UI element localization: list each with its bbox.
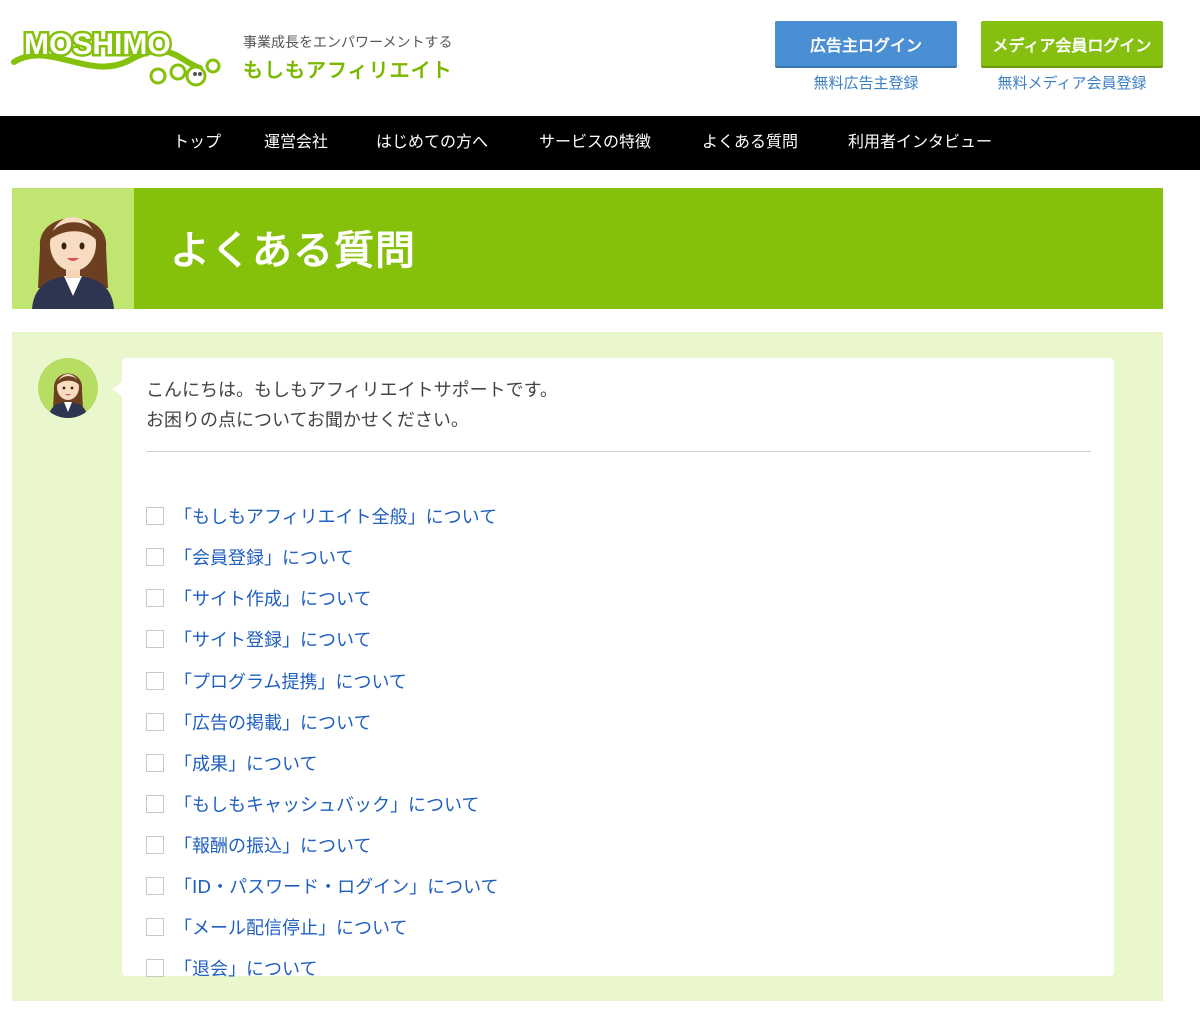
- faq-topic-label[interactable]: 「ID・パスワード・ログイン」について: [174, 873, 499, 899]
- nav-item-company[interactable]: 運営会社: [264, 116, 328, 170]
- faq-topic-program-partnership[interactable]: 「プログラム提携」について: [146, 668, 407, 694]
- support-woman-icon: [12, 188, 134, 309]
- faq-topic-label[interactable]: 「プログラム提携」について: [174, 668, 407, 694]
- advertiser-login-button[interactable]: 広告主ログイン: [775, 21, 957, 68]
- checkbox[interactable]: [146, 795, 164, 813]
- nav-item-top[interactable]: トップ: [173, 116, 221, 170]
- faq-topic-site-registration[interactable]: 「サイト登録」について: [146, 626, 371, 652]
- faq-topic-label[interactable]: 「もしもアフィリエイト全般」について: [174, 503, 497, 529]
- checkbox[interactable]: [146, 507, 164, 525]
- faq-topic-registration[interactable]: 「会員登録」について: [146, 544, 353, 570]
- nav-item-faq[interactable]: よくある質問: [702, 116, 798, 170]
- faq-topic-cashback[interactable]: 「もしもキャッシュバック」について: [146, 791, 479, 817]
- moshimo-logo[interactable]: MOSHIMO: [10, 22, 222, 94]
- faq-topic-email-unsubscribe[interactable]: 「メール配信停止」について: [146, 914, 407, 940]
- logo-text: MOSHIMO: [24, 28, 171, 61]
- checkbox[interactable]: [146, 877, 164, 895]
- faq-topic-site-creation[interactable]: 「サイト作成」について: [146, 585, 371, 611]
- faq-topic-label[interactable]: 「退会」について: [174, 955, 317, 981]
- checkbox[interactable]: [146, 672, 164, 690]
- faq-topic-payment[interactable]: 「報酬の振込」について: [146, 832, 371, 858]
- page-title: よくある質問: [170, 228, 416, 274]
- faq-topic-label[interactable]: 「サイト作成」について: [174, 585, 371, 611]
- nav-item-interviews[interactable]: 利用者インタビュー: [848, 116, 992, 170]
- page-title-banner: よくある質問: [12, 188, 1163, 309]
- checkbox[interactable]: [146, 754, 164, 772]
- faq-topic-ad-placement[interactable]: 「広告の掲載」について: [146, 709, 371, 735]
- faq-topic-label[interactable]: 「成果」について: [174, 750, 317, 776]
- faq-topic-login[interactable]: 「ID・パスワード・ログイン」について: [146, 873, 499, 899]
- greeting-line-2: お困りの点についてお聞かせください。: [146, 410, 469, 431]
- checkbox[interactable]: [146, 959, 164, 977]
- faq-topic-label[interactable]: 「会員登録」について: [174, 544, 353, 570]
- faq-topic-results[interactable]: 「成果」について: [146, 750, 317, 776]
- tagline: 事業成長をエンパワーメントする: [243, 35, 453, 51]
- faq-topic-label[interactable]: 「報酬の振込」について: [174, 832, 371, 858]
- nav-item-features[interactable]: サービスの特徴: [539, 116, 651, 170]
- faq-topic-label[interactable]: 「メール配信停止」について: [174, 914, 407, 940]
- support-greeting: こんにちは。もしもアフィリエイトサポートです。 お困りの点についてお聞かせくださ…: [146, 376, 558, 436]
- site-header: MOSHIMO 事業成長をエンパワーメントする もしもアフィリエイト 広告主ログ…: [0, 0, 1200, 116]
- media-register-link[interactable]: 無料メディア会員登録: [981, 72, 1163, 93]
- faq-topic-label[interactable]: 「もしもキャッシュバック」について: [174, 791, 479, 817]
- media-login-button[interactable]: メディア会員ログイン: [981, 21, 1163, 68]
- brand-name[interactable]: もしもアフィリエイト: [243, 54, 453, 83]
- checkbox[interactable]: [146, 836, 164, 854]
- faq-section: こんにちは。もしもアフィリエイトサポートです。 お困りの点についてお聞かせくださ…: [12, 332, 1163, 1001]
- faq-topic-withdrawal[interactable]: 「退会」について: [146, 955, 317, 981]
- divider: [146, 451, 1091, 452]
- checkbox[interactable]: [146, 713, 164, 731]
- nav-item-beginners[interactable]: はじめての方へ: [376, 116, 488, 170]
- faq-topic-general[interactable]: 「もしもアフィリエイト全般」について: [146, 503, 497, 529]
- support-avatar: [38, 358, 98, 418]
- greeting-line-1: こんにちは。もしもアフィリエイトサポートです。: [146, 380, 558, 401]
- checkbox[interactable]: [146, 589, 164, 607]
- main-nav: トップ 運営会社 はじめての方へ サービスの特徴 よくある質問 利用者インタビュ…: [0, 116, 1200, 170]
- advertiser-register-link[interactable]: 無料広告主登録: [775, 72, 957, 93]
- faq-topic-label[interactable]: 「広告の掲載」について: [174, 709, 371, 735]
- checkbox[interactable]: [146, 630, 164, 648]
- checkbox[interactable]: [146, 918, 164, 936]
- faq-card: こんにちは。もしもアフィリエイトサポートです。 お困りの点についてお聞かせくださ…: [113, 358, 1114, 980]
- checkbox[interactable]: [146, 548, 164, 566]
- faq-topic-label[interactable]: 「サイト登録」について: [174, 626, 371, 652]
